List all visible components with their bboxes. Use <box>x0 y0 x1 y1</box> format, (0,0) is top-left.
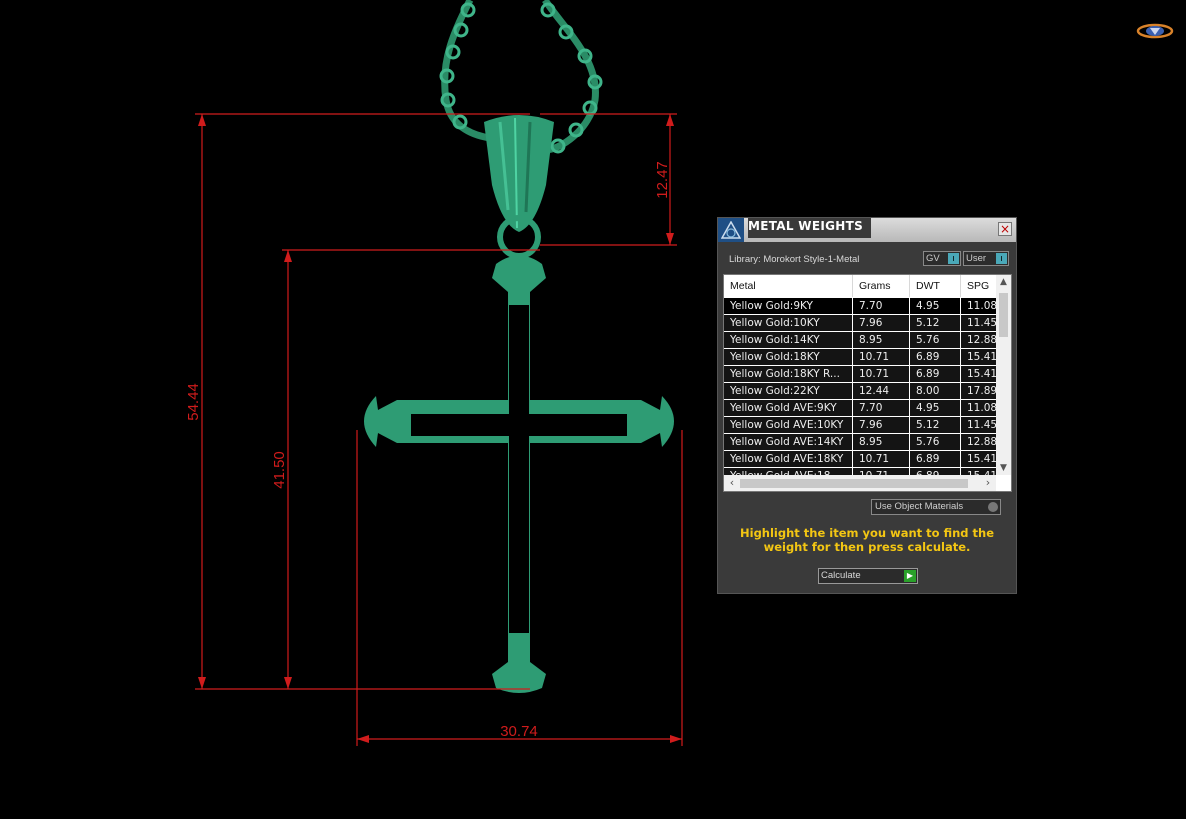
column-header-spg[interactable]: SPG <box>961 275 996 297</box>
dim-width: 30.74 <box>500 723 538 740</box>
cell-metal: Yellow Gold AVE:9KY <box>724 400 853 416</box>
gv-toggle-label: GV <box>926 253 940 264</box>
scroll-down-icon[interactable]: ▼ <box>996 461 1011 475</box>
cell-dwt: 5.76 <box>910 332 961 348</box>
table-row[interactable]: Yellow Gold AVE:9KY 7.70 4.95 11.08 <box>724 400 996 417</box>
dim-cross-height: 41.50 <box>271 451 288 489</box>
cell-dwt: 5.76 <box>910 434 961 450</box>
horizontal-scroll-thumb[interactable] <box>740 479 968 488</box>
table-row[interactable]: Yellow Gold:10KY 7.96 5.12 11.45 <box>724 315 996 332</box>
matrix-logo-icon <box>718 218 744 242</box>
cell-spg: 15.41 <box>967 351 996 363</box>
cell-metal: Yellow Gold:18KY <box>724 349 853 365</box>
user-toggle-label: User <box>966 253 987 264</box>
play-arrow-icon: ▶ <box>904 570 916 582</box>
cell-grams: 7.96 <box>853 315 910 331</box>
cell-spg: 11.08 <box>967 402 996 414</box>
column-header-metal[interactable]: Metal <box>724 275 853 297</box>
cell-grams: 12.44 <box>853 383 910 399</box>
use-object-materials-toggle[interactable]: Use Object Materials <box>871 499 1001 515</box>
gv-toggle[interactable]: GV ı <box>923 251 961 266</box>
table-row[interactable]: Yellow Gold:14KY 8.95 5.76 12.88 <box>724 332 996 349</box>
cell-metal: Yellow Gold:10KY <box>724 315 853 331</box>
table-row[interactable]: Yellow Gold:18KY 10.71 6.89 15.41 <box>724 349 996 366</box>
calculate-label: Calculate <box>821 570 861 581</box>
cell-spg: 12.88 <box>967 436 996 448</box>
scroll-up-icon[interactable]: ▲ <box>996 275 1011 289</box>
horizontal-scrollbar[interactable]: ‹ › <box>724 475 996 491</box>
radio-knob-icon <box>988 502 998 512</box>
cell-metal: Yellow Gold:9KY <box>724 298 853 314</box>
toggle-knob-icon: ı <box>996 253 1007 264</box>
dim-bail-height: 12.47 <box>654 161 671 199</box>
cell-dwt: 6.89 <box>910 349 961 365</box>
cell-grams: 8.95 <box>853 434 910 450</box>
vertical-scrollbar[interactable]: ▲ ▼ <box>996 275 1011 475</box>
cell-metal: Yellow Gold:18KY R... <box>724 366 853 382</box>
cell-dwt: 6.89 <box>910 366 961 382</box>
table-row[interactable]: Yellow Gold AVE:10KY 7.96 5.12 11.45 <box>724 417 996 434</box>
cell-spg: 11.08 <box>967 300 996 312</box>
table-row[interactable]: Yellow Gold AVE:18KY 10.71 6.89 15.41 <box>724 451 996 468</box>
cell-grams: 10.71 <box>853 366 910 382</box>
cell-dwt: 5.12 <box>910 315 961 331</box>
table-header: Metal Grams DWT SPG <box>724 275 996 297</box>
cell-grams: 7.70 <box>853 400 910 416</box>
app-logo-icon <box>1136 23 1174 39</box>
table-row[interactable]: Yellow Gold:18KY R... 10.71 6.89 15.41 <box>724 366 996 383</box>
instructions-text: Highlight the item you want to find the … <box>740 526 994 554</box>
scroll-right-icon[interactable]: › <box>980 475 996 491</box>
cell-metal: Yellow Gold AVE:14KY <box>724 434 853 450</box>
cell-spg: 15.41 <box>967 368 996 380</box>
scroll-left-icon[interactable]: ‹ <box>724 475 740 491</box>
calculate-button[interactable]: Calculate ▶ <box>818 568 918 584</box>
table-row[interactable]: Yellow Gold AVE:14KY 8.95 5.76 12.88 <box>724 434 996 451</box>
cell-metal: Yellow Gold:14KY <box>724 332 853 348</box>
panel-title: METAL WEIGHTS <box>748 218 872 238</box>
cell-spg: 15.41 <box>967 453 996 465</box>
cross-pendant <box>364 255 674 693</box>
user-toggle[interactable]: User ı <box>963 251 1009 266</box>
vertical-scroll-thumb[interactable] <box>999 293 1008 337</box>
table-row[interactable]: Yellow Gold:22KY 12.44 8.00 17.89 <box>724 383 996 400</box>
dim-overall-height: 54.44 <box>185 383 202 421</box>
close-icon[interactable]: × <box>998 222 1012 236</box>
cell-metal: Yellow Gold AVE:18KY <box>724 451 853 467</box>
cell-metal: Yellow Gold:22KY <box>724 383 853 399</box>
cell-grams: 7.70 <box>853 298 910 314</box>
cell-grams: 10.71 <box>853 349 910 365</box>
metal-weights-panel: METAL WEIGHTS × Library: Morokort Style-… <box>717 217 1017 594</box>
cell-metal: Yellow Gold AVE:10KY <box>724 417 853 433</box>
cell-grams: 10.71 <box>853 451 910 467</box>
cell-dwt: 6.89 <box>910 451 961 467</box>
metal-weights-table[interactable]: Metal Grams DWT SPG Yellow Gold:9KY 7.70… <box>723 274 1012 492</box>
panel-titlebar[interactable]: METAL WEIGHTS × <box>718 218 1016 242</box>
column-header-dwt[interactable]: DWT <box>910 275 961 297</box>
table-row[interactable]: Yellow Gold:9KY 7.70 4.95 11.08 <box>724 298 996 315</box>
cell-spg: 12.88 <box>967 334 996 346</box>
cell-dwt: 5.12 <box>910 417 961 433</box>
cell-spg: 11.45 <box>967 419 996 431</box>
cell-spg: 17.89 <box>967 385 996 397</box>
table-rows: Yellow Gold:9KY 7.70 4.95 11.08 Yellow G… <box>724 298 996 485</box>
use-object-materials-label: Use Object Materials <box>875 501 964 512</box>
bail <box>484 115 554 259</box>
cell-spg: 11.45 <box>967 317 996 329</box>
cell-dwt: 4.95 <box>910 298 961 314</box>
column-header-grams[interactable]: Grams <box>853 275 910 297</box>
library-label: Library: Morokort Style-1-Metal <box>729 254 860 265</box>
cell-grams: 8.95 <box>853 332 910 348</box>
cell-grams: 7.96 <box>853 417 910 433</box>
toggle-knob-icon: ı <box>948 253 959 264</box>
cell-dwt: 4.95 <box>910 400 961 416</box>
cell-dwt: 8.00 <box>910 383 961 399</box>
